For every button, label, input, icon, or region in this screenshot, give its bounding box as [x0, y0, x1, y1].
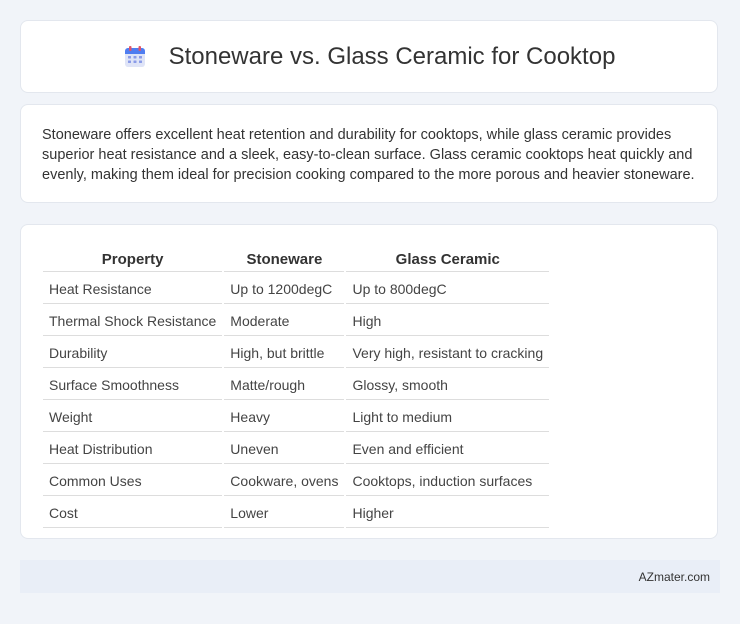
- column-header: Glass Ceramic: [346, 247, 550, 272]
- table-cell: Heavy: [224, 402, 345, 432]
- footer-credit[interactable]: AZmater.com: [639, 570, 710, 584]
- table-cell: Heat Distribution: [43, 434, 223, 464]
- table-cell: Uneven: [224, 434, 345, 464]
- table-row: Cost Lower Higher: [43, 498, 550, 528]
- table-cell: Weight: [43, 402, 223, 432]
- table-cell: Matte/rough: [224, 370, 345, 400]
- table-cell: Surface Smoothness: [43, 370, 223, 400]
- footer: AZmater.com: [20, 560, 720, 593]
- comparison-card: Property Stoneware Glass Ceramic Heat Re…: [20, 224, 718, 539]
- table-cell: Up to 1200degC: [224, 274, 345, 304]
- table-cell: Light to medium: [346, 402, 550, 432]
- table-row: Durability High, but brittle Very high, …: [43, 338, 550, 368]
- table-cell: Very high, resistant to cracking: [346, 338, 550, 368]
- table-row: Common Uses Cookware, ovens Cooktops, in…: [43, 466, 550, 496]
- table-row: Weight Heavy Light to medium: [43, 402, 550, 432]
- table-cell: High, but brittle: [224, 338, 345, 368]
- table-cell: Durability: [43, 338, 223, 368]
- column-header: Property: [43, 247, 223, 272]
- table-row: Thermal Shock Resistance Moderate High: [43, 306, 550, 336]
- table-header-row: Property Stoneware Glass Ceramic: [43, 247, 550, 272]
- table-cell: Glossy, smooth: [346, 370, 550, 400]
- table-row: Heat Resistance Up to 1200degC Up to 800…: [43, 274, 550, 304]
- table-row: Heat Distribution Uneven Even and effici…: [43, 434, 550, 464]
- calendar-icon: [124, 45, 145, 67]
- table-cell: Cooktops, induction surfaces: [346, 466, 550, 496]
- table-cell: Lower: [224, 498, 345, 528]
- table-cell: Cookware, ovens: [224, 466, 345, 496]
- table-cell: Even and efficient: [346, 434, 550, 464]
- table-cell: Moderate: [224, 306, 345, 336]
- intro-card: Stoneware offers excellent heat retentio…: [20, 104, 718, 203]
- page-title: Stoneware vs. Glass Ceramic for Cooktop: [168, 42, 616, 70]
- table-cell: Thermal Shock Resistance: [43, 306, 223, 336]
- intro-text: Stoneware offers excellent heat retentio…: [42, 127, 695, 183]
- comparison-table: Property Stoneware Glass Ceramic Heat Re…: [41, 245, 551, 530]
- table-row: Surface Smoothness Matte/rough Glossy, s…: [43, 370, 550, 400]
- table-cell: Higher: [346, 498, 550, 528]
- title-card: Stoneware vs. Glass Ceramic for Cooktop: [20, 20, 718, 93]
- table-cell: High: [346, 306, 550, 336]
- table-cell: Common Uses: [43, 466, 223, 496]
- column-header: Stoneware: [224, 247, 345, 272]
- table-cell: Up to 800degC: [346, 274, 550, 304]
- table-cell: Cost: [43, 498, 223, 528]
- table-cell: Heat Resistance: [43, 274, 223, 304]
